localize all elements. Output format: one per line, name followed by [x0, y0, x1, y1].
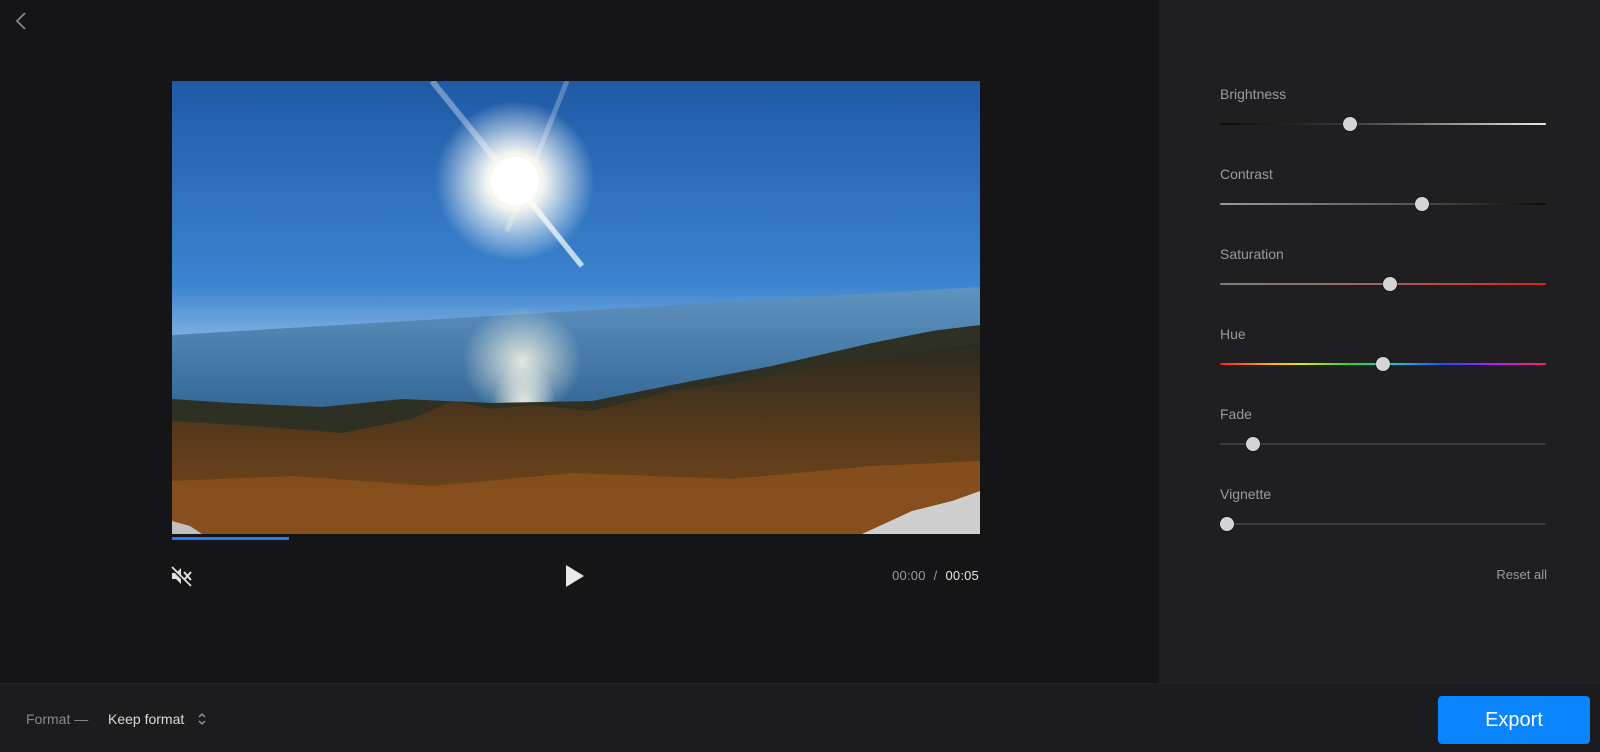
speaker-muted-icon [170, 565, 192, 587]
adjustment-saturation: Saturation [1220, 246, 1546, 291]
adjustment-contrast: Contrast [1220, 166, 1546, 211]
reset-all-button[interactable]: Reset all [1496, 567, 1547, 582]
hue-slider[interactable] [1220, 357, 1546, 371]
vignette-slider[interactable] [1219, 517, 1546, 531]
export-button[interactable]: Export [1438, 696, 1590, 744]
editor-area: 00:00 / 00:05 [0, 0, 1159, 683]
video-editor-app: 00:00 / 00:05 Brightness Contrast Satura… [0, 0, 1600, 752]
format-select[interactable]: Keep format [108, 708, 206, 730]
chevron-up-down-icon [198, 713, 206, 725]
vignette-slider-thumb[interactable] [1219, 517, 1234, 531]
brightness-slider-thumb[interactable] [1343, 117, 1358, 131]
fade-slider[interactable] [1220, 437, 1546, 451]
mute-toggle-button[interactable] [169, 564, 195, 588]
format-label: Format — [26, 711, 89, 727]
fade-track [1220, 443, 1546, 445]
current-time: 00:00 [892, 568, 926, 583]
playback-progress-fill [172, 537, 290, 540]
fade-label: Fade [1220, 406, 1252, 422]
saturation-slider-thumb[interactable] [1382, 277, 1397, 291]
format-select-value: Keep format [108, 711, 185, 727]
timecode: 00:00 / 00:05 [892, 568, 979, 583]
contrast-label: Contrast [1220, 166, 1273, 182]
contrast-slider[interactable] [1220, 197, 1546, 211]
hue-label: Hue [1220, 326, 1246, 342]
bottom-bar: Format — Keep format Export [0, 683, 1600, 752]
adjustments-panel: Brightness Contrast Saturation Hue Fade … [1159, 0, 1600, 683]
play-icon [566, 565, 584, 587]
video-preview[interactable] [172, 81, 980, 534]
contrast-track [1220, 203, 1546, 205]
playback-progress-bar[interactable] [172, 537, 980, 540]
adjustment-fade: Fade [1220, 406, 1546, 451]
adjustment-hue: Hue [1220, 326, 1546, 371]
vignette-label: Vignette [1220, 486, 1272, 502]
brightness-track [1220, 123, 1546, 125]
brightness-label: Brightness [1220, 86, 1287, 102]
chevron-left-icon [15, 12, 26, 30]
brightness-slider[interactable] [1220, 117, 1546, 131]
saturation-slider[interactable] [1220, 277, 1546, 291]
fade-slider-thumb[interactable] [1245, 437, 1260, 451]
adjustment-brightness: Brightness [1220, 86, 1546, 131]
hue-slider-thumb[interactable] [1376, 357, 1390, 371]
contrast-slider-thumb[interactable] [1415, 197, 1430, 211]
adjustment-vignette: Vignette [1219, 486, 1546, 531]
vignette-track [1220, 523, 1546, 525]
video-frame-landscape [172, 81, 980, 534]
total-duration: 00:05 [945, 568, 979, 583]
play-button[interactable] [563, 563, 587, 589]
time-separator: / [933, 568, 938, 583]
back-button[interactable] [10, 10, 32, 32]
saturation-label: Saturation [1220, 246, 1284, 262]
